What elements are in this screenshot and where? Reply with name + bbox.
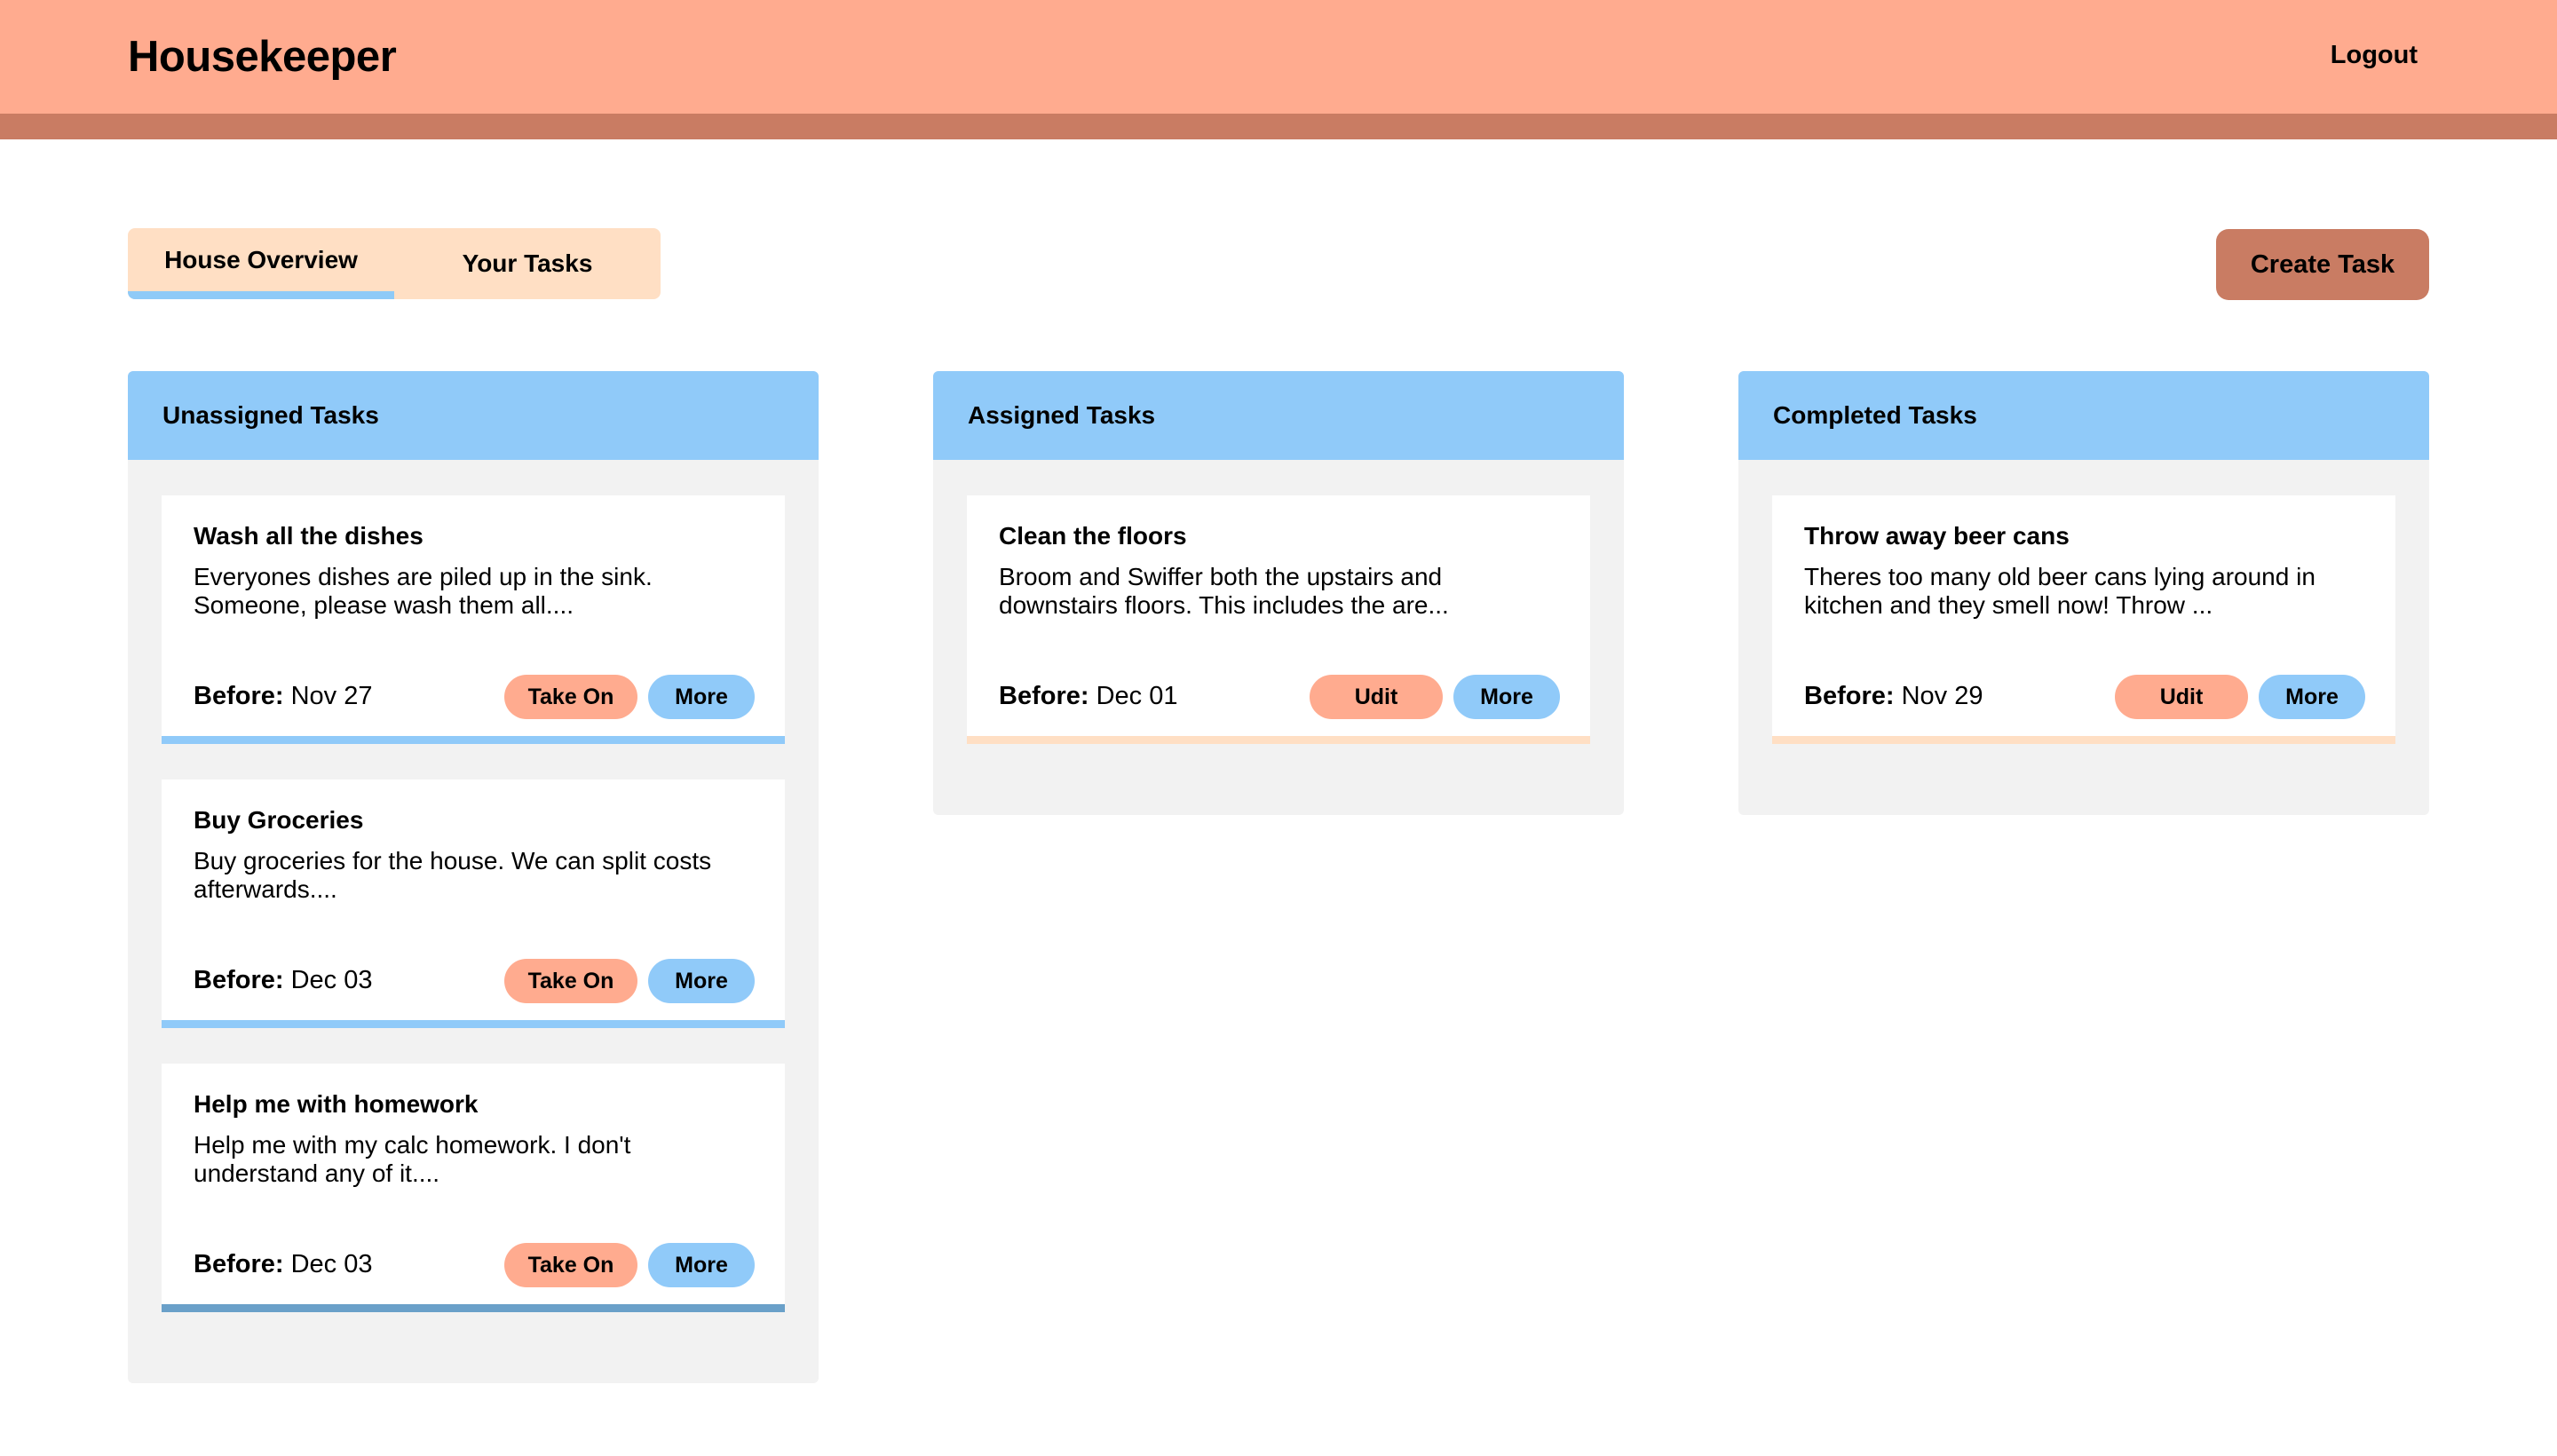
task-due-date: Before: Nov 29	[1804, 680, 1983, 712]
app-brand: Housekeeper	[128, 33, 397, 81]
task-title: Buy Groceries	[194, 806, 364, 834]
due-label: Before:	[194, 682, 284, 710]
due-label: Before:	[194, 966, 284, 994]
task-description: Buy groceries for the house. We can spli…	[194, 847, 712, 903]
tab-house-overview[interactable]: House Overview	[128, 228, 394, 299]
column-title: Unassigned Tasks	[128, 371, 819, 460]
column-title: Completed Tasks	[1738, 371, 2429, 460]
more-button[interactable]: More	[648, 959, 755, 1003]
task-card: Throw away beer cans Theres too many old…	[1772, 495, 2395, 744]
task-description: Help me with my calc homework. I don't u…	[194, 1131, 631, 1187]
take-on-button[interactable]: Take On	[504, 675, 637, 719]
task-title: Wash all the dishes	[194, 522, 424, 550]
udit-button[interactable]: Udit	[2115, 675, 2248, 719]
take-on-button[interactable]: Take On	[504, 1243, 637, 1287]
header-accent-strip	[0, 114, 2557, 139]
task-due-date: Before: Nov 27	[194, 680, 372, 712]
take-on-button[interactable]: Take On	[504, 959, 637, 1003]
task-description: Broom and Swiffer both the upstairs and …	[999, 563, 1449, 619]
card-status-bar	[162, 736, 785, 744]
task-title: Help me with homework	[194, 1090, 479, 1118]
task-card: Help me with homework Help me with my ca…	[162, 1064, 785, 1312]
card-status-bar	[967, 736, 1590, 744]
task-description: Everyones dishes are piled up in the sin…	[194, 563, 653, 619]
udit-button[interactable]: Udit	[1310, 675, 1443, 719]
more-button[interactable]: More	[2259, 675, 2365, 719]
due-value: Nov 29	[1901, 682, 1983, 710]
due-label: Before:	[999, 682, 1089, 710]
unassigned-tasks-column: Unassigned Tasks Wash all the dishes Eve…	[128, 371, 819, 1383]
task-due-date: Before: Dec 03	[194, 964, 372, 996]
more-button[interactable]: More	[1453, 675, 1560, 719]
task-card: Buy Groceries Buy groceries for the hous…	[162, 779, 785, 1028]
due-value: Nov 27	[290, 682, 373, 710]
card-status-bar	[1772, 736, 2395, 744]
column-title: Assigned Tasks	[933, 371, 1624, 460]
task-description: Theres too many old beer cans lying arou…	[1804, 563, 2316, 619]
task-due-date: Before: Dec 03	[194, 1248, 372, 1280]
card-status-bar	[162, 1304, 785, 1312]
task-card: Wash all the dishes Everyones dishes are…	[162, 495, 785, 744]
task-card: Clean the floors Broom and Swiffer both …	[967, 495, 1590, 744]
task-title: Clean the floors	[999, 522, 1187, 550]
task-title: Throw away beer cans	[1804, 522, 2070, 550]
completed-tasks-column: Completed Tasks Throw away beer cans The…	[1738, 371, 2429, 815]
due-value: Dec 01	[1096, 682, 1178, 710]
more-button[interactable]: More	[648, 675, 755, 719]
view-tabs: House Overview Your Tasks	[128, 228, 661, 299]
due-value: Dec 03	[290, 966, 373, 994]
more-button[interactable]: More	[648, 1243, 755, 1287]
create-task-button[interactable]: Create Task	[2216, 229, 2429, 300]
logout-button[interactable]: Logout	[2331, 37, 2418, 73]
due-label: Before:	[194, 1250, 284, 1278]
due-label: Before:	[1804, 682, 1895, 710]
assigned-tasks-column: Assigned Tasks Clean the floors Broom an…	[933, 371, 1624, 815]
card-status-bar	[162, 1020, 785, 1028]
due-value: Dec 03	[290, 1250, 373, 1278]
task-due-date: Before: Dec 01	[999, 680, 1177, 712]
tab-your-tasks[interactable]: Your Tasks	[394, 228, 661, 299]
